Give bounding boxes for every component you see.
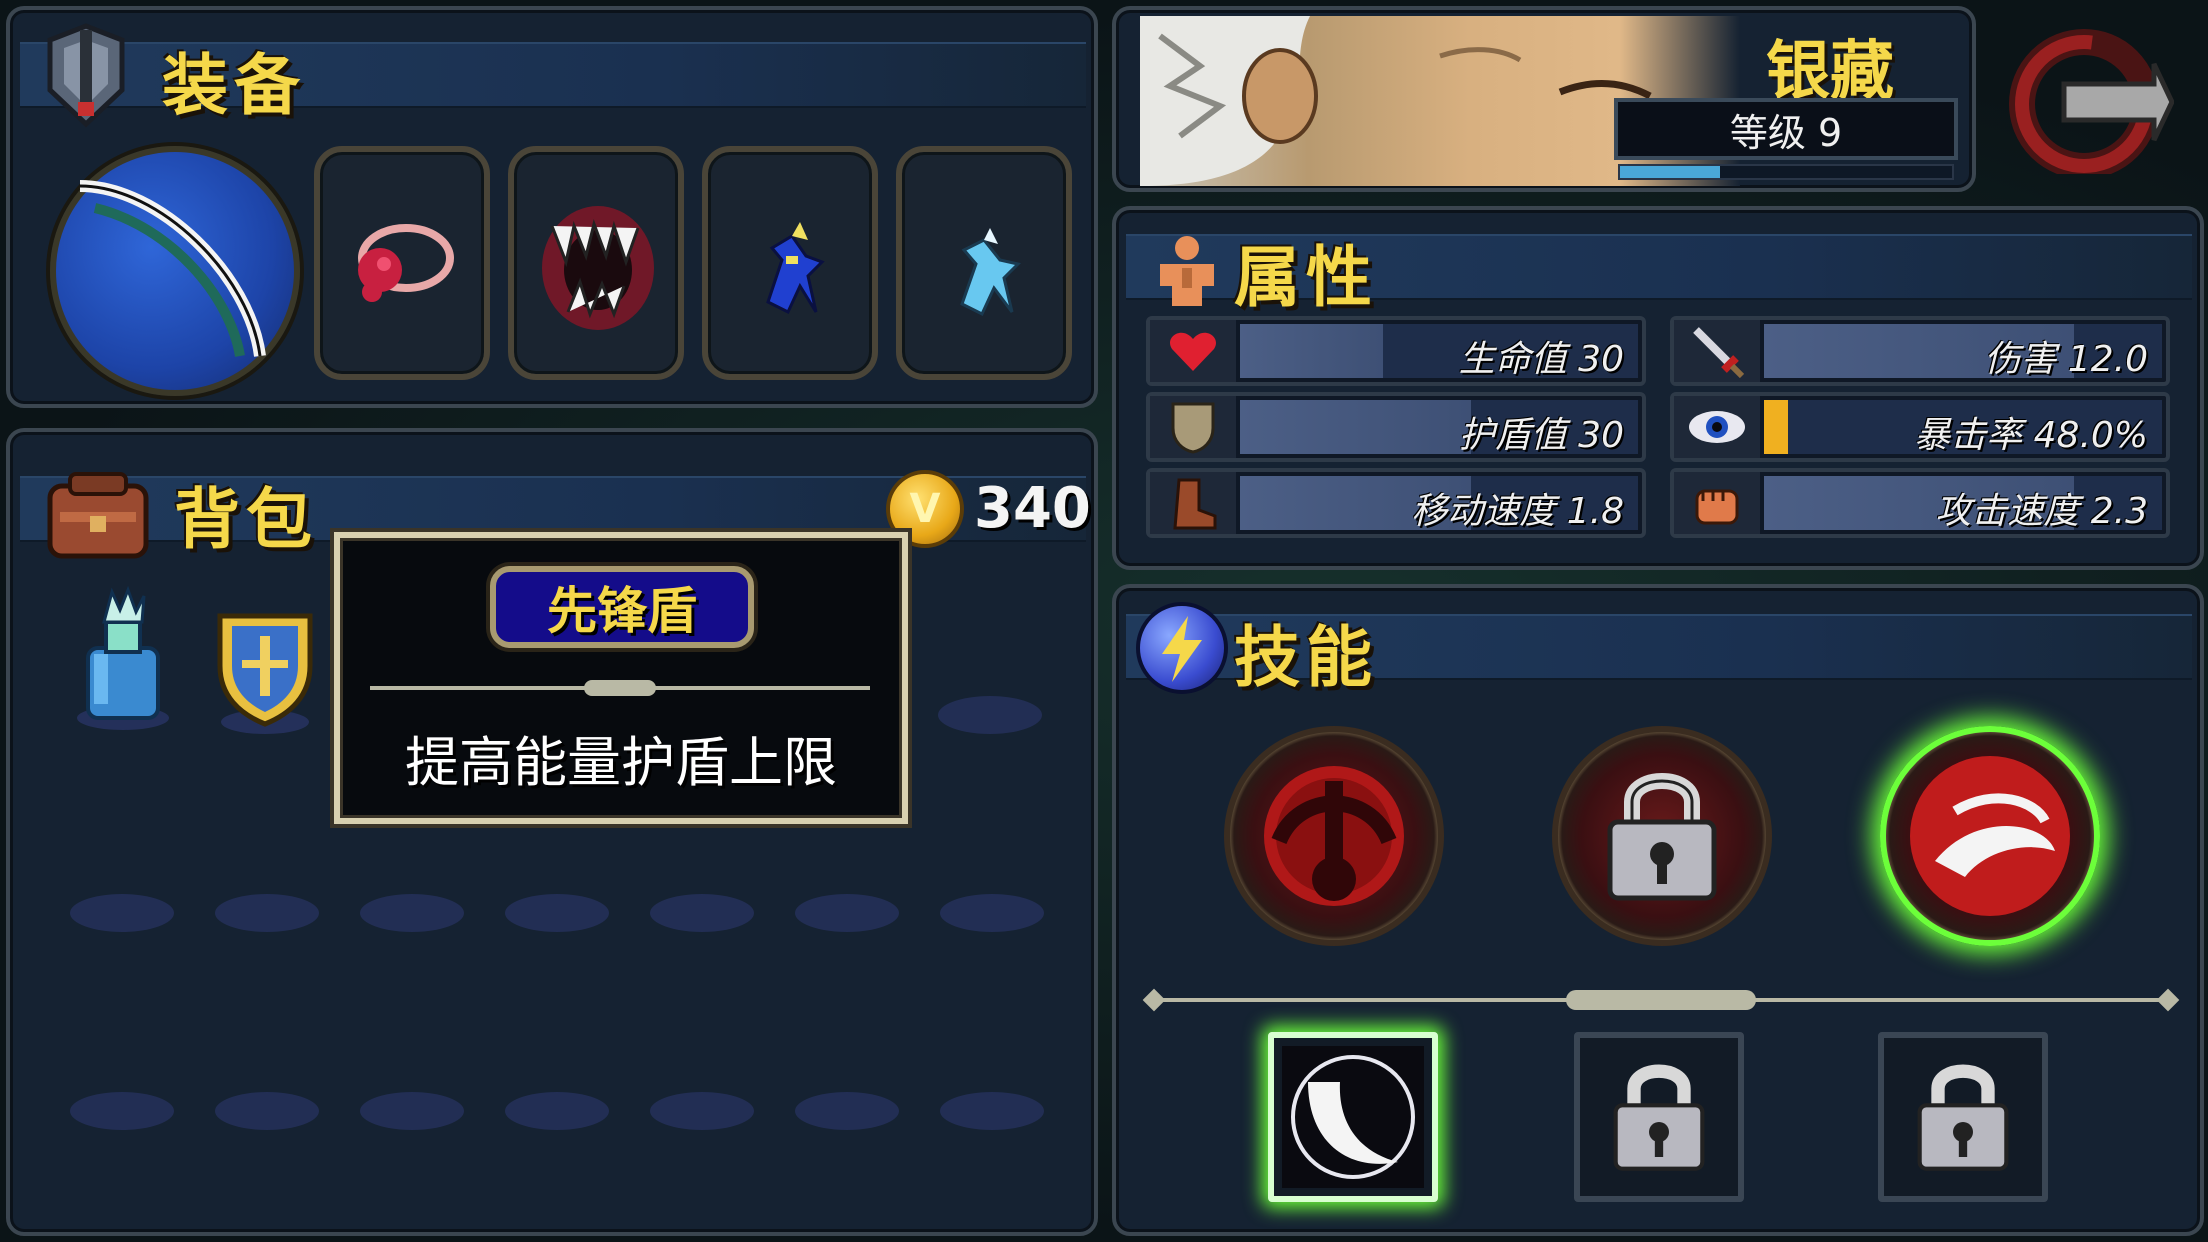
empty-slot[interactable] (795, 894, 899, 932)
equipment-title: 装备 (162, 47, 306, 124)
boot-icon (1150, 472, 1236, 534)
back-button[interactable] (2004, 24, 2175, 179)
empty-slot[interactable] (650, 894, 754, 932)
empty-slot[interactable] (360, 1092, 464, 1130)
passive-slot-3-locked[interactable] (1878, 1032, 2048, 1202)
skills-title: 技能 (1234, 619, 1378, 696)
empty-slot[interactable] (938, 696, 1042, 734)
skill-slot-1[interactable] (1224, 726, 1444, 946)
empty-slot[interactable] (505, 894, 609, 932)
padlock-icon (1613, 1064, 1705, 1171)
tooltip-description: 提高能量护盾上限 (405, 731, 837, 794)
equip-slot-3[interactable] (702, 146, 878, 380)
stat-bar-fill (1764, 400, 1788, 454)
attributes-panel: 属性 生命值 30 伤害 12.0 护盾值 30 暴击率 48.0% 移动速度 1.8 攻… (1112, 206, 2204, 570)
tooltip-item-name: 先锋盾 (547, 582, 697, 640)
back-arrow-icon (2009, 29, 2175, 179)
skills-panel: 技能 (1112, 584, 2204, 1236)
crescent-skill-icon (1282, 1046, 1424, 1188)
bow-emblem-icon (1264, 766, 1404, 906)
backpack-item-potion[interactable] (68, 582, 178, 732)
passive-slot-1-selected[interactable] (1268, 1032, 1438, 1202)
empty-slot[interactable] (215, 894, 319, 932)
equip-slot-1[interactable] (314, 146, 490, 380)
stat-label: 生命值 30 (1458, 339, 1624, 380)
stat-fist: 攻击速度 2.3 (1670, 468, 2170, 538)
level-label: 等级 9 (1729, 110, 1843, 155)
backpack-item-shield[interactable] (210, 606, 320, 734)
stat-eye: 暴击率 48.0% (1670, 392, 2170, 462)
slash-skill-icon (1910, 756, 2070, 916)
empty-slot[interactable] (940, 1092, 1044, 1130)
shield-badge-icon (217, 613, 313, 734)
stat-sword: 伤害 12.0 (1670, 316, 2170, 386)
lightning-orb-icon (1136, 602, 1228, 694)
equipment-panel: 装备 (6, 6, 1098, 408)
fang-relic-icon (542, 206, 654, 330)
stat-bar-fill (1240, 324, 1384, 378)
empty-slot[interactable] (650, 1092, 754, 1130)
stat-bar-fill (1240, 400, 1471, 454)
xp-bar (1618, 164, 1954, 180)
backpack-icon (40, 468, 156, 564)
stat-label: 移动速度 1.8 (1411, 491, 1624, 532)
body-icon (1152, 234, 1222, 306)
empty-slot[interactable] (940, 894, 1044, 932)
skills-divider (1142, 988, 2180, 1012)
skill-slot-2-locked[interactable] (1552, 726, 1772, 946)
tooltip-title-plate: 先锋盾 (490, 566, 754, 648)
stat-label: 伤害 12.0 (1984, 339, 2148, 380)
heart-icon (1150, 320, 1236, 382)
empty-slot[interactable] (70, 1092, 174, 1130)
stat-shield: 护盾值 30 (1146, 392, 1646, 462)
gold-amount: 340 (974, 476, 1091, 541)
bow-weapon-icon (79, 180, 266, 357)
stat-bar: 暴击率 48.0% (1764, 400, 2162, 456)
stat-bar: 生命值 30 (1240, 324, 1638, 380)
empty-slot[interactable] (70, 894, 174, 932)
stat-boot: 移动速度 1.8 (1146, 468, 1646, 538)
item-tooltip: 先锋盾 提高能量护盾上限 (334, 532, 908, 824)
stat-heart: 生命值 30 (1146, 316, 1646, 386)
attributes-title: 属性 (1234, 239, 1378, 316)
game-inventory-screen: 装备 背包 V 340 先锋盾 提高能量护盾上限 银藏 等级 9 属性 生命值 … (0, 0, 2208, 1242)
stat-bar: 移动速度 1.8 (1240, 476, 1638, 532)
tooltip-divider (370, 680, 870, 696)
xp-bar-fill (1620, 166, 1720, 178)
padlock-icon (1917, 1064, 2009, 1171)
padlock-icon (1607, 773, 1717, 901)
empty-slot[interactable] (360, 894, 464, 932)
red-amulet-icon (358, 224, 454, 302)
backpack-title: 背包 (174, 481, 318, 558)
character-panel: 银藏 等级 9 (1112, 6, 1976, 192)
stat-label: 护盾值 30 (1458, 415, 1624, 456)
weapon-slot[interactable] (50, 146, 300, 396)
skill-slot-3-selected[interactable] (1880, 726, 2100, 946)
cyan-spirit-icon (960, 228, 1021, 317)
stat-label: 攻击速度 2.3 (1935, 491, 2148, 532)
equip-slot-2[interactable] (508, 146, 684, 380)
equip-slot-4[interactable] (896, 146, 1072, 380)
stat-bar: 护盾值 30 (1240, 400, 1638, 456)
empty-slot[interactable] (795, 1092, 899, 1130)
helmet-icon (40, 20, 132, 132)
shield-icon (1150, 396, 1236, 458)
blue-spirit-icon (766, 222, 825, 315)
stat-bar: 攻击速度 2.3 (1764, 476, 2162, 532)
passive-slot-2-locked[interactable] (1574, 1032, 1744, 1202)
level-box: 等级 9 (1614, 98, 1958, 160)
fist-icon (1674, 472, 1760, 534)
stat-bar: 伤害 12.0 (1764, 324, 2162, 380)
potion-bottle-icon (77, 585, 169, 730)
eye-icon (1674, 396, 1760, 458)
sword-icon (1674, 320, 1760, 382)
empty-slot[interactable] (215, 1092, 319, 1130)
empty-slot[interactable] (505, 1092, 609, 1130)
stat-label: 暴击率 48.0% (1914, 415, 2148, 456)
